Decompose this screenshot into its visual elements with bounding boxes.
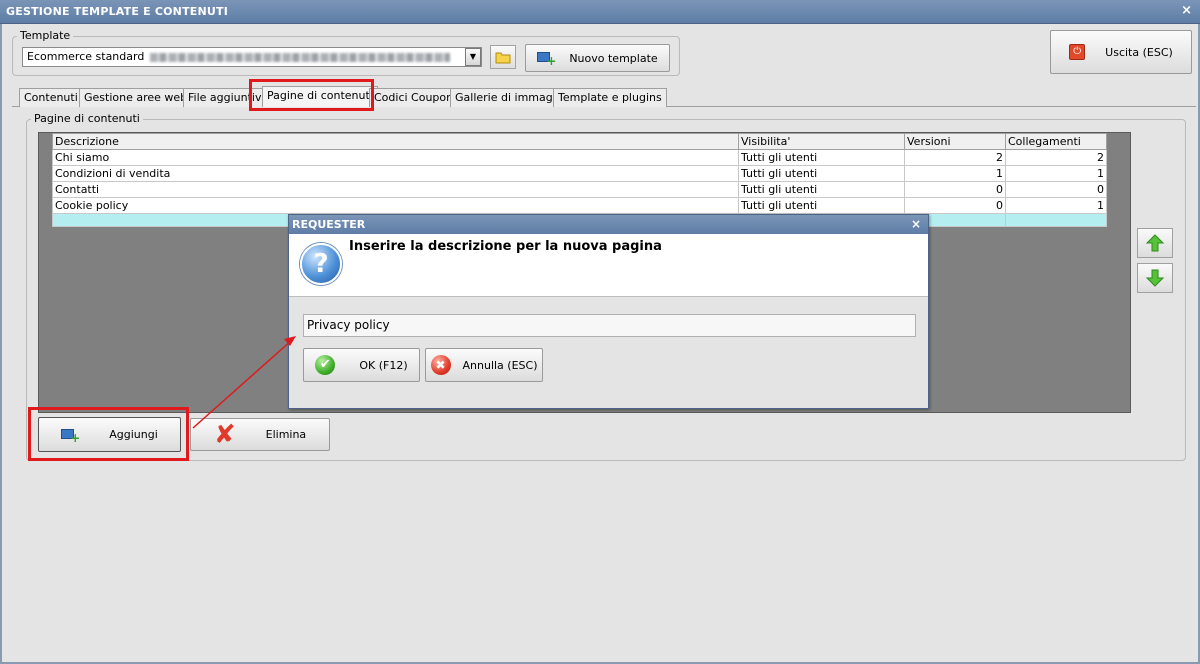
table-row[interactable]: Contatti Tutti gli utenti 0 0 <box>52 181 1107 198</box>
cell-visibilita[interactable]: Tutti gli utenti <box>738 149 905 166</box>
folder-icon <box>495 52 511 64</box>
cancel-x-icon: ✖ <box>430 355 451 375</box>
chevron-down-icon[interactable]: ▼ <box>465 48 481 66</box>
window-title: GESTIONE TEMPLATE E CONTENUTI <box>6 5 229 18</box>
cell-visibilita[interactable]: Tutti gli utenti <box>738 181 905 198</box>
delete-button[interactable]: ✘ Elimina <box>190 418 330 451</box>
add-highlight-annotation <box>28 407 189 461</box>
blurred-text <box>150 52 451 62</box>
column-header[interactable]: Descrizione <box>52 133 739 150</box>
cell-versioni[interactable]: 0 <box>904 181 1006 198</box>
template-legend: Template <box>17 29 74 42</box>
tab-template-e-plugins[interactable]: Template e plugins <box>553 88 667 107</box>
cell-descrizione[interactable]: Contatti <box>52 181 739 198</box>
cell-collegamenti[interactable]: 1 <box>1005 165 1107 182</box>
cancel-button[interactable]: ✖ Annulla (ESC) <box>425 348 543 382</box>
power-icon: ⏻ <box>1069 44 1086 60</box>
column-header[interactable]: Versioni <box>904 133 1006 150</box>
cell-collegamenti[interactable]: 1 <box>1005 197 1107 214</box>
delete-x-icon: ✘ <box>213 419 236 450</box>
requester-dialog: REQUESTER × ? Inserire la descrizione pe… <box>288 214 929 409</box>
requester-titlebar: REQUESTER <box>289 215 928 234</box>
table-row[interactable]: Cookie policy Tutti gli utenti 0 1 <box>52 197 1107 214</box>
requester-message: Inserire la descrizione per la nuova pag… <box>349 239 662 254</box>
description-input[interactable]: Privacy policy <box>303 314 916 337</box>
cell-descrizione[interactable]: Chi siamo <box>52 149 739 166</box>
column-header[interactable]: Visibilita' <box>738 133 905 150</box>
cell-descrizione[interactable]: Cookie policy <box>52 197 739 214</box>
content-legend: Pagine di contenuti <box>31 112 143 125</box>
tab-gestione-aree-web[interactable]: Gestione aree web <box>79 88 193 107</box>
new-template-button[interactable]: + Nuovo template <box>525 44 670 72</box>
arrow-up-icon <box>1145 234 1165 252</box>
cell-versioni[interactable]: 2 <box>904 149 1006 166</box>
tab-codici-coupon[interactable]: Codici Coupon <box>369 88 459 107</box>
tab-contenuti[interactable]: Contenuti <box>19 88 83 107</box>
pages-table: Descrizione Visibilita' Versioni Collega… <box>52 133 1107 227</box>
arrow-down-icon <box>1145 269 1165 287</box>
window-titlebar: GESTIONE TEMPLATE E CONTENUTI <box>0 0 1200 24</box>
cell-collegamenti[interactable] <box>1005 213 1107 227</box>
column-header[interactable]: Collegamenti <box>1005 133 1107 150</box>
ok-button[interactable]: ✔ OK (F12) <box>303 348 420 382</box>
add-monitor-icon: + <box>537 51 556 67</box>
check-icon: ✔ <box>315 355 336 375</box>
cell-collegamenti[interactable]: 2 <box>1005 149 1107 166</box>
cell-collegamenti[interactable]: 0 <box>1005 181 1107 198</box>
cell-descrizione[interactable]: Condizioni di vendita <box>52 165 739 182</box>
table-row[interactable]: Chi siamo Tutti gli utenti 2 2 <box>52 149 1107 166</box>
cancel-label: Annulla (ESC) <box>462 358 538 372</box>
close-icon[interactable]: × <box>911 217 921 231</box>
tab-highlight-annotation <box>249 79 374 111</box>
folder-button[interactable] <box>490 45 516 69</box>
exit-label: Uscita (ESC) <box>1105 45 1173 59</box>
cell-visibilita[interactable]: Tutti gli utenti <box>738 197 905 214</box>
move-up-button[interactable] <box>1137 228 1173 258</box>
move-down-button[interactable] <box>1137 263 1173 293</box>
table-header-row: Descrizione Visibilita' Versioni Collega… <box>52 133 1107 150</box>
cell-versioni[interactable]: 0 <box>904 197 1006 214</box>
table-row[interactable]: Condizioni di vendita Tutti gli utenti 1… <box>52 165 1107 182</box>
template-select-value: Ecommerce standard <box>27 50 145 63</box>
ok-label: OK (F12) <box>359 358 408 372</box>
exit-button[interactable]: ⏻ Uscita (ESC) <box>1050 30 1192 74</box>
cell-versioni[interactable]: 1 <box>904 165 1006 182</box>
new-template-label: Nuovo template <box>569 51 658 65</box>
delete-label: Elimina <box>265 428 307 441</box>
question-icon: ? <box>300 243 342 285</box>
template-select[interactable]: Ecommerce standard <box>22 47 482 67</box>
requester-title: REQUESTER <box>292 218 366 231</box>
close-icon[interactable]: × <box>1181 4 1192 18</box>
cell-visibilita[interactable]: Tutti gli utenti <box>738 165 905 182</box>
